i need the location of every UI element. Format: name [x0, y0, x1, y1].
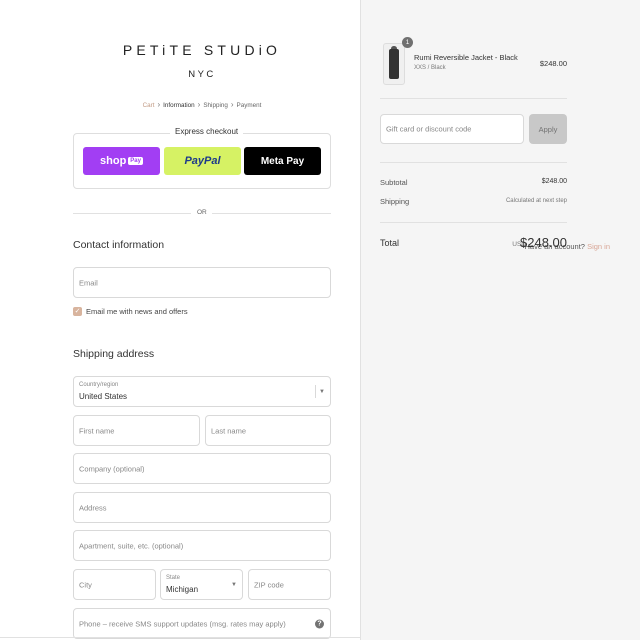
subtotal-label: Subtotal	[380, 178, 408, 187]
breadcrumb-cart[interactable]: Cart	[143, 102, 155, 109]
shop-pay-tag: Pay	[128, 157, 143, 165]
select-separator	[315, 385, 316, 398]
chevron-right-icon: ›	[230, 100, 234, 109]
last-name-field[interactable]: Last name	[205, 415, 331, 446]
sign-in-link[interactable]: Sign in	[587, 242, 610, 251]
apply-button[interactable]: Apply	[529, 114, 567, 144]
order-summary	[360, 0, 640, 640]
meta-pay-label: Meta Pay	[260, 155, 305, 167]
country-select[interactable]: Country/region United States ▼	[73, 376, 331, 407]
shop-pay-button[interactable]: shop Pay	[83, 147, 160, 175]
newsletter-checkbox[interactable]: ✓	[73, 307, 82, 316]
state-label: State	[166, 575, 181, 581]
paypal-button[interactable]: PayPal	[164, 147, 241, 175]
state-select[interactable]: State Michigan ▼	[160, 569, 243, 600]
paypal-label: PayPal	[184, 155, 221, 167]
question-mark-icon[interactable]: ?	[315, 619, 324, 628]
meta-pay-button[interactable]: Meta Pay	[244, 147, 321, 175]
chevron-right-icon: ›	[197, 100, 201, 109]
or-divider-right	[212, 213, 331, 214]
contact-section-title: Contact information	[73, 239, 165, 251]
brand-location: NYC	[188, 69, 216, 80]
thumbnail-figure-jacket	[389, 49, 399, 79]
breadcrumb-payment: Payment	[236, 102, 262, 109]
address-field[interactable]: Address	[73, 492, 331, 523]
email-placeholder: Email	[79, 278, 98, 287]
or-divider-text: OR	[197, 209, 207, 216]
breadcrumb-shipping: Shipping	[203, 102, 228, 109]
company-field[interactable]: Company (optional)	[73, 453, 331, 484]
product-price: $248.00	[539, 59, 567, 68]
newsletter-label: Email me with news and offers	[86, 307, 188, 316]
chevron-down-icon: ▼	[319, 388, 325, 395]
summary-divider	[380, 98, 567, 99]
zip-field[interactable]: ZIP code	[248, 569, 331, 600]
first-name-placeholder: First name	[79, 426, 115, 435]
shop-pay-label: shop	[100, 155, 127, 167]
zip-placeholder: ZIP code	[254, 580, 284, 589]
page-bottom-border	[0, 637, 360, 638]
chevron-down-icon: ▼	[231, 581, 237, 588]
country-value: United States	[79, 392, 128, 401]
last-name-placeholder: Last name	[211, 426, 247, 435]
breadcrumb: Cart › Information › Shipping › Payment	[0, 100, 404, 109]
apartment-field[interactable]: Apartment, suite, etc. (optional)	[73, 530, 331, 561]
total-label: Total	[380, 238, 400, 248]
discount-placeholder: Gift card or discount code	[386, 124, 472, 134]
discount-code-input[interactable]: Gift card or discount code	[380, 114, 524, 144]
email-field[interactable]: Email	[73, 267, 331, 298]
apartment-placeholder: Apartment, suite, etc. (optional)	[79, 541, 184, 550]
city-placeholder: City	[79, 580, 92, 589]
phone-placeholder: Phone – receive SMS support updates (msg…	[79, 619, 286, 628]
brand-logo[interactable]: PETiTE STUDiO	[0, 42, 404, 58]
state-value: Michigan	[166, 585, 199, 594]
newsletter-option[interactable]: ✓ Email me with news and offers	[73, 307, 188, 316]
summary-divider	[380, 162, 567, 163]
first-name-field[interactable]: First name	[73, 415, 200, 446]
chevron-right-icon: ›	[157, 100, 161, 109]
country-label: Country/region	[79, 382, 119, 388]
quantity-badge: 1	[402, 37, 413, 48]
shipping-value: Calculated at next step	[505, 198, 567, 204]
product-name: Rumi Reversible Jacket - Black	[414, 53, 518, 62]
product-thumbnail	[383, 43, 405, 85]
shipping-section-title: Shipping address	[73, 348, 155, 360]
express-checkout-title: Express checkout	[170, 127, 244, 136]
product-variant: XXS / Black	[414, 65, 446, 71]
company-placeholder: Company (optional)	[79, 464, 145, 473]
breadcrumb-information: Information	[163, 102, 195, 109]
shipping-label: Shipping	[380, 197, 410, 206]
city-field[interactable]: City	[73, 569, 156, 600]
phone-field[interactable]: Phone – receive SMS support updates (msg…	[73, 608, 331, 639]
total-value: $248.00	[520, 235, 567, 250]
address-placeholder: Address	[79, 503, 107, 512]
subtotal-value: $248.00	[541, 178, 567, 185]
or-divider-left	[73, 213, 191, 214]
summary-divider	[380, 222, 567, 223]
